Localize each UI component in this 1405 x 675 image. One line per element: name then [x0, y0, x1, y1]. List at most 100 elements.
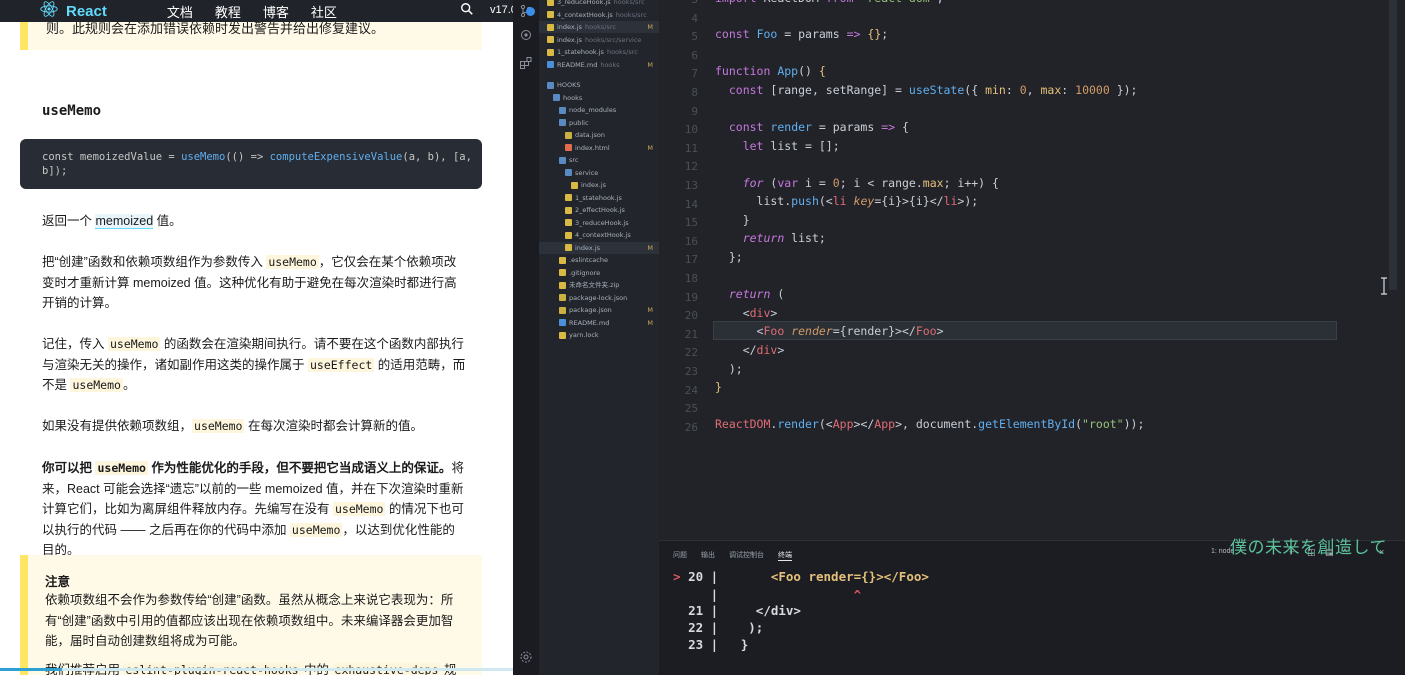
- explorer-item[interactable]: .gitignore: [539, 267, 659, 279]
- code-area[interactable]: import ReactDOM from 'react-dom'; const …: [713, 0, 1353, 540]
- explorer-item[interactable]: 未命名文件夹.zip: [539, 279, 659, 291]
- explorer-item-label: 3_reduceHook.js: [575, 218, 629, 227]
- section-heading-usememo: useMemo: [42, 103, 102, 119]
- explorer-item[interactable]: public: [539, 117, 659, 129]
- terminal-line: 23 | }: [688, 637, 749, 652]
- file-icon: [559, 319, 566, 326]
- tab-terminal[interactable]: 终端: [778, 550, 792, 561]
- nav-link-blog[interactable]: 博客: [263, 2, 289, 21]
- file-icon: [565, 219, 572, 226]
- nav-link-docs[interactable]: 文档: [167, 2, 193, 21]
- explorer-item[interactable]: 1_statehook.js: [539, 192, 659, 204]
- debug-icon[interactable]: [519, 28, 533, 42]
- explorer-item-label: index.js: [557, 35, 583, 44]
- tab-debug-console[interactable]: 调试控制台: [729, 550, 764, 561]
- explorer-item[interactable]: yarn.lock: [539, 329, 659, 341]
- code-line: const [range, setRange] = useState({ min…: [728, 83, 1138, 97]
- explorer-item[interactable]: 2_effectHook.js: [539, 204, 659, 216]
- git-status-badge: M: [647, 60, 653, 69]
- explorer-item[interactable]: 4_contextHook.js: [539, 229, 659, 241]
- version-label[interactable]: v17.0: [490, 4, 513, 16]
- explorer-item[interactable]: README.md M: [539, 317, 659, 329]
- extensions-icon[interactable]: [519, 56, 533, 70]
- line-number: 10: [684, 123, 698, 137]
- explorer-item-path: hooks/src: [613, 0, 645, 6]
- explorer-item-label: index.html: [575, 143, 610, 152]
- explorer-item[interactable]: package.json M: [539, 304, 659, 316]
- code-line: ReactDOM.render(<App></App>, document.ge…: [715, 417, 1145, 431]
- explorer-item-path: hooks/src: [585, 23, 616, 31]
- explorer-item[interactable]: node_modules: [539, 104, 659, 116]
- code-line-1: const memoizedValue = useMemo(() => comp…: [42, 151, 472, 163]
- line-number: 9: [691, 104, 698, 118]
- explorer-item[interactable]: HOOKS: [539, 79, 659, 91]
- file-icon: [547, 11, 554, 18]
- line-number: 7: [691, 67, 698, 81]
- file-icon: [559, 256, 566, 264]
- line-number: 20: [684, 309, 698, 323]
- explorer-item[interactable]: index.js M: [539, 241, 659, 254]
- nav-link-tutorial[interactable]: 教程: [215, 2, 241, 21]
- paragraph-returns: 返回一个 memoized 值。: [42, 214, 182, 229]
- git-status-badge: M: [647, 143, 653, 152]
- nav-link-community[interactable]: 社区: [311, 2, 337, 21]
- code-line: <div>: [715, 306, 778, 320]
- explorer-item[interactable]: 1_statehook.js hooks/src: [539, 46, 659, 58]
- file-icon: [565, 231, 572, 239]
- file-icon: [571, 181, 578, 189]
- file-icon: [565, 131, 572, 139]
- line-number: 14: [684, 197, 698, 211]
- line-number: 19: [684, 290, 698, 304]
- folder-icon: [559, 119, 566, 126]
- explorer-item-label: 4_contextHook.js: [575, 231, 631, 239]
- editor-scrollbar[interactable]: [1389, 0, 1397, 290]
- code-line-2: b]);: [42, 165, 68, 177]
- note-body: 依赖项数组不会作为参数传给“创建”函数。虽然从概念上来说它表现为：所有“创建”函…: [45, 593, 454, 648]
- explorer-item[interactable]: 3_reduceHook.js hooks/src: [539, 0, 659, 8]
- code-line: <Foo render={render}></Foo>: [715, 324, 944, 338]
- explorer-item-label: package-lock.json: [569, 293, 628, 302]
- explorer-item[interactable]: data.json: [539, 129, 659, 141]
- explorer-item[interactable]: service: [539, 167, 659, 179]
- explorer-item-label: 1_statehook.js: [575, 193, 622, 202]
- explorer-item[interactable]: index.html M: [539, 142, 659, 154]
- paragraph-perf: 你可以把 useMemo 作为性能优化的手段，但不要把它当成语义上的保证。将来，…: [42, 461, 464, 557]
- reading-progress-fill: [0, 668, 62, 671]
- settings-gear-icon[interactable]: [519, 650, 533, 664]
- memoized-link[interactable]: memoized: [95, 214, 154, 229]
- react-logo[interactable]: React: [40, 0, 107, 23]
- tab-problems[interactable]: 问题: [673, 550, 687, 561]
- explorer-item-path: hooks/src/service: [585, 35, 642, 44]
- explorer-item[interactable]: .eslintcache: [539, 254, 659, 266]
- explorer-item[interactable]: src: [539, 154, 659, 166]
- code-editor-window: 3_reduceHook.js hooks/src 4_contextHook.js…: [513, 0, 1405, 675]
- folder-icon: [565, 169, 572, 176]
- mouse-ibeam-icon: [1379, 276, 1389, 296]
- code-line: };: [715, 250, 743, 264]
- explorer-item[interactable]: index.js hooks/src/service: [539, 34, 659, 46]
- code-line: list.push(<li key={i}>{i}</li>);: [715, 194, 979, 208]
- explorer-item[interactable]: README.md hooks M: [539, 59, 659, 71]
- code-line: let list = [];: [742, 139, 840, 153]
- explorer-item[interactable]: package-lock.json: [539, 292, 659, 304]
- file-explorer: 3_reduceHook.js hooks/src 4_contextHook.js…: [539, 0, 659, 675]
- folder-icon: [553, 94, 560, 101]
- file-icon: [559, 281, 566, 289]
- file-icon: [565, 244, 572, 251]
- line-number: 17: [684, 253, 698, 267]
- tab-output[interactable]: 输出: [701, 550, 715, 561]
- explorer-item[interactable]: 4_contextHook.js hooks/src: [539, 9, 659, 21]
- explorer-item[interactable]: index.js: [539, 179, 659, 191]
- explorer-item[interactable]: 3_reduceHook.js: [539, 217, 659, 229]
- explorer-item-label: package.json: [569, 306, 612, 314]
- explorer-item-label: public: [569, 118, 589, 127]
- search-icon[interactable]: [460, 2, 476, 18]
- explorer-item-label: yarn.lock: [569, 331, 599, 339]
- top-navbar: React 文档 教程 博客 社区 v17.0: [0, 0, 513, 22]
- explorer-item-label: 未命名文件夹.zip: [569, 281, 620, 289]
- note-recommend: 我们推荐启用 eslint-plugin-react-hooks 中的 exha…: [45, 659, 475, 675]
- file-icon: [547, 36, 554, 43]
- explorer-item[interactable]: hooks: [539, 92, 659, 104]
- explorer-item-label: README.md: [557, 60, 598, 69]
- explorer-item[interactable]: index.js hooks/src M: [539, 21, 659, 33]
